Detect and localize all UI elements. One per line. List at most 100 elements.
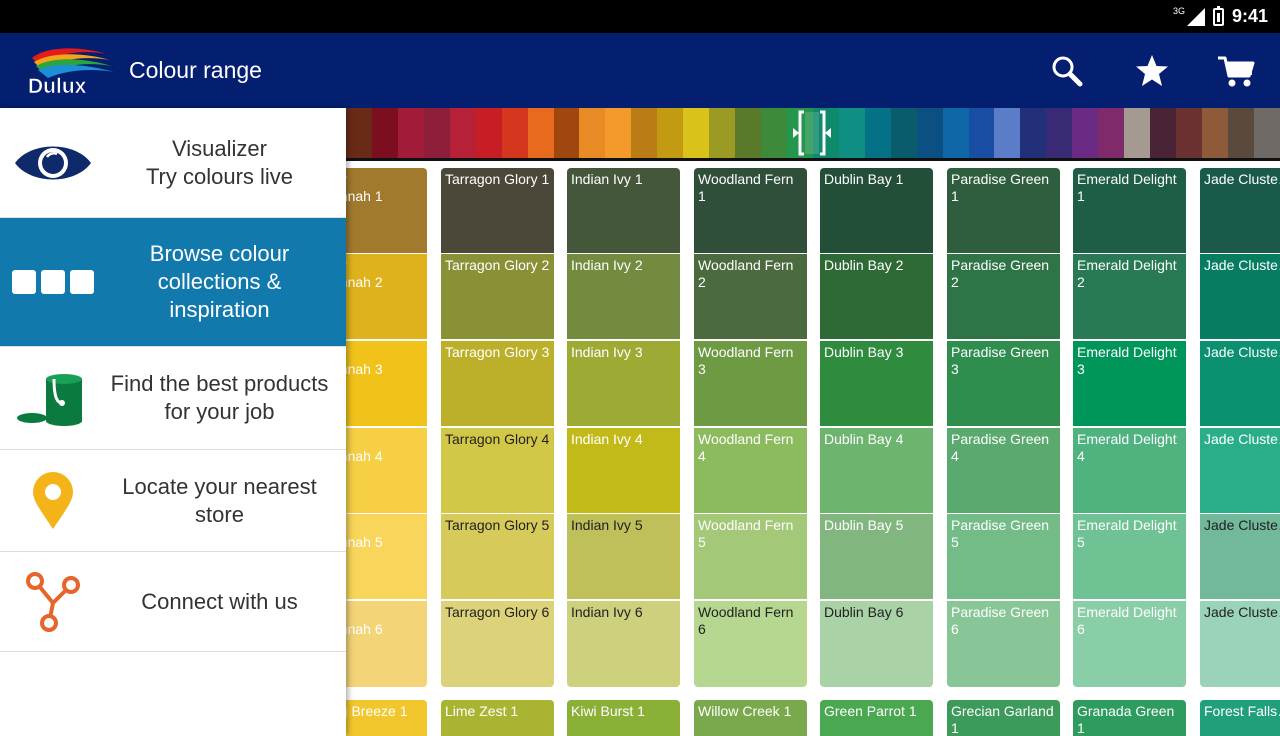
strip-colour-segment[interactable]	[1176, 108, 1202, 158]
colour-swatch-next-group[interactable]: Lime Zest 1	[441, 700, 554, 736]
strip-colour-segment[interactable]	[1227, 108, 1254, 158]
menu-visualizer[interactable]: Visualizer Try colours live	[0, 108, 346, 218]
colour-swatch[interactable]: Emerald Delight 1	[1073, 168, 1186, 253]
colour-swatch[interactable]: Tarragon Glory 6	[441, 601, 554, 687]
colour-swatch[interactable]: Dublin Bay 6	[820, 601, 933, 687]
strip-colour-segment[interactable]	[1124, 108, 1151, 158]
strip-colour-segment[interactable]	[864, 108, 891, 158]
strip-colour-segment[interactable]	[994, 108, 1021, 158]
menu-find-products[interactable]: Find the best products for your job	[0, 347, 346, 450]
colour-swatch[interactable]: Tarragon Glory 4	[441, 428, 554, 513]
colour-swatch-next-group[interactable]: Willow Creek 1	[694, 700, 807, 736]
strip-colour-segment[interactable]	[968, 108, 995, 158]
colour-swatch-next-group[interactable]: Kiwi Burst 1	[567, 700, 680, 736]
colour-swatch-next-group[interactable]: Grecian Garland 1	[947, 700, 1060, 736]
strip-colour-segment[interactable]	[1046, 108, 1073, 158]
strip-colour-segment[interactable]	[1098, 108, 1125, 158]
colour-swatch[interactable]: Jade Cluste…	[1200, 168, 1280, 253]
colour-swatch[interactable]: Tarragon Glory 5	[441, 514, 554, 599]
strip-colour-segment[interactable]	[683, 108, 710, 158]
colour-swatch[interactable]: Indian Ivy 6	[567, 601, 680, 687]
favourites-button[interactable]	[1132, 51, 1172, 91]
colour-swatch[interactable]: Paradise Green 2	[947, 254, 1060, 339]
strip-colour-segment[interactable]	[709, 108, 736, 158]
colour-swatch[interactable]: …ny …annah 2	[346, 254, 427, 339]
strip-colour-segment[interactable]	[501, 108, 528, 158]
strip-scroll-handle[interactable]	[790, 108, 834, 158]
colour-swatch[interactable]: Indian Ivy 4	[567, 428, 680, 513]
colour-swatch[interactable]: Paradise Green 3	[947, 341, 1060, 426]
menu-locate-store[interactable]: Locate your nearest store	[0, 450, 346, 552]
colour-swatch[interactable]: Jade Cluste…	[1200, 428, 1280, 513]
strip-colour-segment[interactable]	[397, 108, 424, 158]
colour-swatch[interactable]: …ny …annah 3	[346, 341, 427, 426]
strip-colour-segment[interactable]	[553, 108, 580, 158]
strip-colour-segment[interactable]	[631, 108, 658, 158]
colour-swatch-next-group[interactable]: …ng Breeze 1	[346, 700, 427, 736]
colour-swatch[interactable]: Dublin Bay 2	[820, 254, 933, 339]
colour-swatch[interactable]: Indian Ivy 3	[567, 341, 680, 426]
strip-colour-segment[interactable]	[605, 108, 632, 158]
colour-swatch-next-group[interactable]: Forest Falls…	[1200, 700, 1280, 736]
colour-swatch[interactable]: Woodland Fern 2	[694, 254, 807, 339]
colour-swatch[interactable]: Jade Cluste…	[1200, 341, 1280, 426]
colour-swatch-next-group[interactable]: Green Parrot 1	[820, 700, 933, 736]
colour-swatch[interactable]: …ny …annah 6	[346, 601, 427, 687]
strip-colour-segment[interactable]	[761, 108, 787, 158]
colour-swatch[interactable]: Emerald Delight 2	[1073, 254, 1186, 339]
colour-swatch[interactable]: Dublin Bay 1	[820, 168, 933, 253]
colour-swatch[interactable]: Dublin Bay 3	[820, 341, 933, 426]
strip-colour-segment[interactable]	[838, 108, 865, 158]
colour-swatch[interactable]: …ny …annah 4	[346, 428, 427, 513]
dulux-logo[interactable]: Dulux	[26, 46, 116, 98]
cart-button[interactable]	[1216, 51, 1256, 91]
colour-swatch[interactable]: Woodland Fern 6	[694, 601, 807, 687]
strip-colour-segment[interactable]	[1150, 108, 1176, 158]
colour-swatch[interactable]: Emerald Delight 3	[1073, 341, 1186, 426]
colour-swatch[interactable]: Tarragon Glory 1	[441, 168, 554, 253]
strip-colour-segment[interactable]	[735, 108, 761, 158]
strip-colour-segment[interactable]	[1253, 108, 1280, 158]
colour-swatch[interactable]: Dublin Bay 5	[820, 514, 933, 599]
colour-swatch[interactable]: Paradise Green 6	[947, 601, 1060, 687]
colour-swatch[interactable]: Woodland Fern 1	[694, 168, 807, 253]
colour-swatch[interactable]: Paradise Green 5	[947, 514, 1060, 599]
strip-colour-segment[interactable]	[423, 108, 450, 158]
colour-swatch[interactable]: Indian Ivy 5	[567, 514, 680, 599]
colour-swatch[interactable]: Woodland Fern 5	[694, 514, 807, 599]
colour-swatch[interactable]: …ny …annah 1	[346, 168, 427, 253]
colour-swatch[interactable]: Indian Ivy 1	[567, 168, 680, 253]
colour-swatch[interactable]: …ny …annah 5	[346, 514, 427, 599]
colour-swatch[interactable]: Emerald Delight 4	[1073, 428, 1186, 513]
strip-colour-segment[interactable]	[1201, 108, 1228, 158]
strip-colour-segment[interactable]	[346, 108, 372, 158]
strip-colour-segment[interactable]	[449, 108, 476, 158]
strip-colour-segment[interactable]	[527, 108, 554, 158]
menu-browse-collections[interactable]: Browse colour collections & inspiration	[0, 218, 346, 347]
colour-swatch[interactable]: Jade Cluste…	[1200, 601, 1280, 687]
search-button[interactable]	[1047, 51, 1087, 91]
strip-colour-segment[interactable]	[475, 108, 502, 158]
colour-swatch-next-group[interactable]: Granada Green 1	[1073, 700, 1186, 736]
colour-swatch[interactable]: Paradise Green 4	[947, 428, 1060, 513]
strip-colour-segment[interactable]	[942, 108, 969, 158]
colour-swatch[interactable]: Emerald Delight 6	[1073, 601, 1186, 687]
menu-connect[interactable]: Connect with us	[0, 552, 346, 652]
colour-swatch[interactable]: Dublin Bay 4	[820, 428, 933, 513]
colour-swatch[interactable]: Tarragon Glory 2	[441, 254, 554, 339]
strip-colour-segment[interactable]	[1072, 108, 1099, 158]
strip-colour-segment[interactable]	[1020, 108, 1047, 158]
strip-colour-segment[interactable]	[579, 108, 606, 158]
colour-swatch[interactable]: Woodland Fern 3	[694, 341, 807, 426]
colour-swatch[interactable]: Jade Cluste…	[1200, 254, 1280, 339]
colour-swatch[interactable]: Emerald Delight 5	[1073, 514, 1186, 599]
colour-swatch[interactable]: Paradise Green 1	[947, 168, 1060, 253]
strip-colour-segment[interactable]	[890, 108, 917, 158]
colour-swatch[interactable]: Jade Cluste…	[1200, 514, 1280, 599]
strip-colour-segment[interactable]	[371, 108, 398, 158]
colour-swatch[interactable]: Tarragon Glory 3	[441, 341, 554, 426]
colour-swatch[interactable]: Indian Ivy 2	[567, 254, 680, 339]
strip-colour-segment[interactable]	[916, 108, 943, 158]
strip-colour-segment[interactable]	[657, 108, 684, 158]
colour-swatch[interactable]: Woodland Fern 4	[694, 428, 807, 513]
